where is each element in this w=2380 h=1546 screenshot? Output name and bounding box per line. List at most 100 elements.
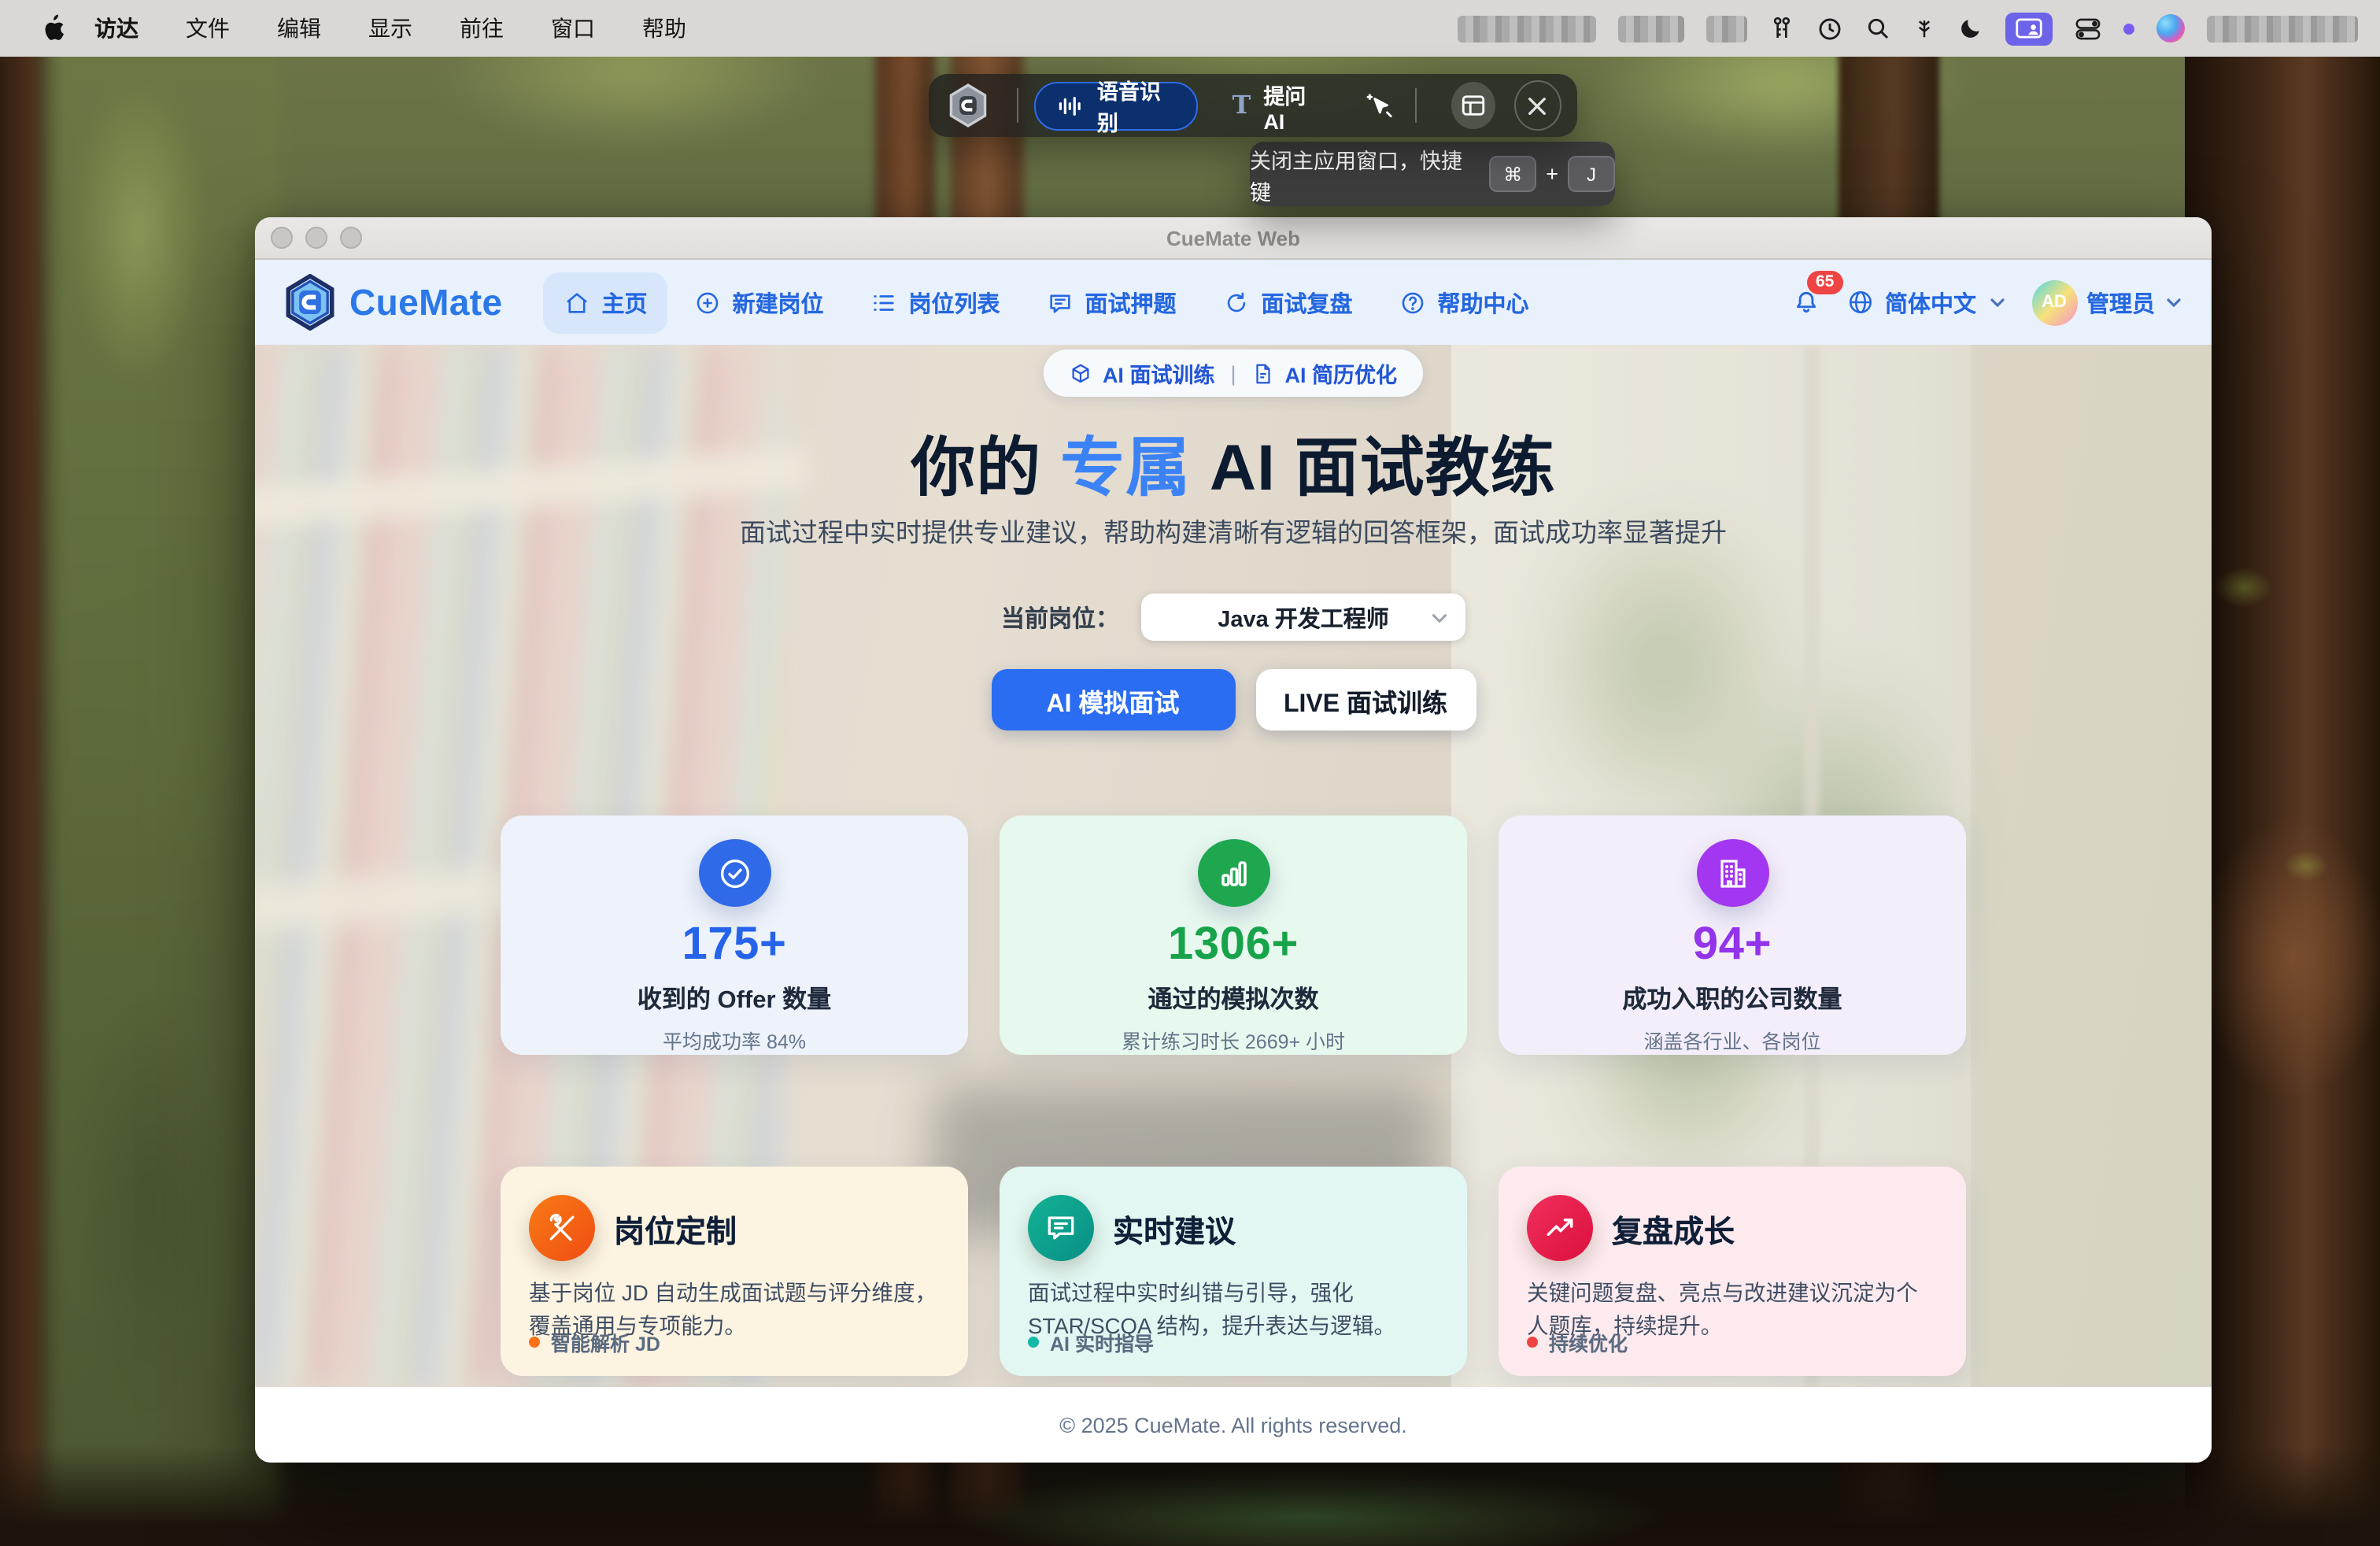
user-menu[interactable]: AD 管理员 [2031,279,2183,325]
menu-app-name[interactable]: 访达 [94,13,139,44]
nav-item-help-center[interactable]: 帮助中心 [1380,272,1550,333]
time-machine-icon[interactable] [1816,15,1843,42]
menu-item-edit[interactable]: 编辑 [277,13,321,44]
bar-chart-icon [1197,839,1269,907]
nav-label: 新建岗位 [732,292,824,317]
ai-interview-training-link[interactable]: AI 面试训练 [1070,357,1215,389]
stats-row: 175+ 收到的 Offer 数量 平均成功率 84% 1306+ 通过的模拟次… [501,816,1966,1055]
chevron-down-icon [1429,607,1450,627]
home-icon [564,289,591,316]
globe-icon [1846,288,1874,316]
plus-circle-icon [695,289,722,316]
document-icon [1252,361,1276,385]
waveform-icon [1058,94,1085,117]
bullet-dot [1527,1337,1538,1348]
nav-label: 岗位列表 [908,292,1000,317]
close-toolbar-button[interactable] [1513,80,1561,131]
control-center-icon[interactable] [2075,15,2101,42]
feature-header: 实时建议 [1028,1195,1439,1261]
stat-card-simulations: 1306+ 通过的模拟次数 累计练习时长 2669+ 小时 [1000,816,1467,1055]
redacted-status-item [1618,15,1684,42]
ask-ai-button[interactable]: T 提问 AI [1232,78,1327,133]
stat-label: 成功入职的公司数量 [1622,987,1842,1014]
feature-card-review-growth: 复盘成长 关键问题复盘、亮点与改进建议沉淀为个人题库，持续提升。 持续优化 [1499,1167,1966,1376]
hero-title: 你的 专属 AI 面试教练 [255,414,2212,509]
stat-value: 175+ [682,919,787,970]
building-icon [1696,839,1768,907]
live-interview-training-button[interactable]: LIVE 面试训练 [1255,669,1476,730]
tailscale-tree-icon[interactable] [1913,16,1936,41]
stat-value: 94+ [1692,919,1772,970]
apple-menu-icon[interactable] [41,14,66,43]
tooltip-text: 关闭主应用窗口，快捷键 [1250,149,1462,204]
chat-lines-icon [1028,1195,1094,1261]
notification-badge: 65 [1806,270,1844,295]
menu-item-go[interactable]: 前往 [460,13,504,44]
hero-title-highlight: 专属 [1060,431,1192,504]
user-role-label: 管理员 [2086,292,2155,317]
feature-title: 复盘成长 [1612,1215,1735,1249]
spotlight-search-icon[interactable] [1865,16,1890,41]
screen: 访达 文件 编辑 显示 前往 窗口 帮助 语音识别 T 提问 AI 关闭主应用窗… [0,0,2380,1546]
badge-label: AI 面试训练 [1102,364,1215,387]
cursor-select-button[interactable] [1361,85,1399,126]
check-circle-icon [698,839,771,907]
toolbar-divider [1415,88,1417,123]
feature-tag-label: 智能解析 JD [551,1333,660,1356]
nav-item-interview-questions[interactable]: 面试押题 [1027,272,1197,333]
bullet-dot [1028,1337,1039,1348]
nav-label: 主页 [601,292,648,317]
menu-item-help[interactable]: 帮助 [642,13,686,44]
help-circle-icon [1400,289,1427,316]
chevron-down-icon [2164,293,2183,312]
current-position-row: 当前岗位： Java 开发工程师 [255,594,2212,641]
passwords-keys-icon[interactable] [1769,16,1794,41]
menu-item-window[interactable]: 窗口 [551,13,595,44]
page-content: AI 面试训练 | AI 简历优化 你的 专属 AI 面试教练 面试过程中实时提… [255,345,2212,1387]
menu-item-file[interactable]: 文件 [186,13,230,44]
nav-item-home[interactable]: 主页 [543,272,668,333]
focus-moon-icon[interactable] [1958,16,1983,41]
bullet-dot [529,1337,540,1348]
language-selector[interactable]: 简体中文 [1846,286,2006,319]
ai-mock-interview-button[interactable]: AI 模拟面试 [991,669,1235,730]
cube-icon [1070,361,1093,385]
redacted-status-item [1706,15,1747,42]
assistant-toolbar: 语音识别 T 提问 AI [929,74,1577,137]
voice-recognition-button[interactable]: 语音识别 [1033,80,1198,135]
nav-item-interview-review[interactable]: 面试复盘 [1203,272,1373,333]
stat-card-companies: 94+ 成功入职的公司数量 涵盖各行业、各岗位 [1499,816,1966,1055]
recording-indicator-dot [2123,23,2134,34]
hero-title-pre: 你的 [911,431,1061,504]
siri-icon[interactable] [2156,14,2185,43]
feature-tag: 持续优化 [1527,1327,1628,1357]
nav-item-new-position[interactable]: 新建岗位 [674,272,844,333]
trending-up-icon [1527,1195,1593,1261]
notifications-button[interactable]: 65 [1791,270,1844,317]
stat-sublabel: 累计练习时长 2669+ 小时 [1121,1031,1346,1053]
position-select[interactable]: Java 开发工程师 [1141,594,1465,641]
list-icon [871,289,898,316]
cuemate-toolbar-logo-icon [948,83,989,128]
feature-tag-label: AI 实时指导 [1050,1333,1154,1356]
feature-header: 岗位定制 [529,1195,940,1261]
text-t-icon: T [1232,90,1251,120]
screen-sharing-icon[interactable] [2005,12,2053,45]
menu-item-view[interactable]: 显示 [368,13,412,44]
badge-label: AI 简历优化 [1284,364,1398,387]
toolbar-divider [1017,88,1018,123]
forest-trunk-decor [2185,0,2380,1546]
j-keycap: J [1568,156,1615,192]
ai-resume-optimize-link[interactable]: AI 简历优化 [1252,357,1398,389]
stat-label: 收到的 Offer 数量 [637,987,832,1014]
brand-logo[interactable]: CueMate [283,274,503,331]
stat-sublabel: 平均成功率 84% [663,1031,806,1053]
avatar: AD [2031,279,2077,325]
layout-window-button[interactable] [1451,82,1495,129]
redacted-status-item [1458,15,1596,42]
stat-sublabel: 涵盖各行业、各岗位 [1643,1031,1821,1053]
voice-recognition-label: 语音识别 [1096,80,1161,135]
window-title-bar[interactable]: CueMate Web [255,217,2212,260]
stat-value: 1306+ [1168,919,1299,970]
nav-item-position-list[interactable]: 岗位列表 [851,272,1021,333]
